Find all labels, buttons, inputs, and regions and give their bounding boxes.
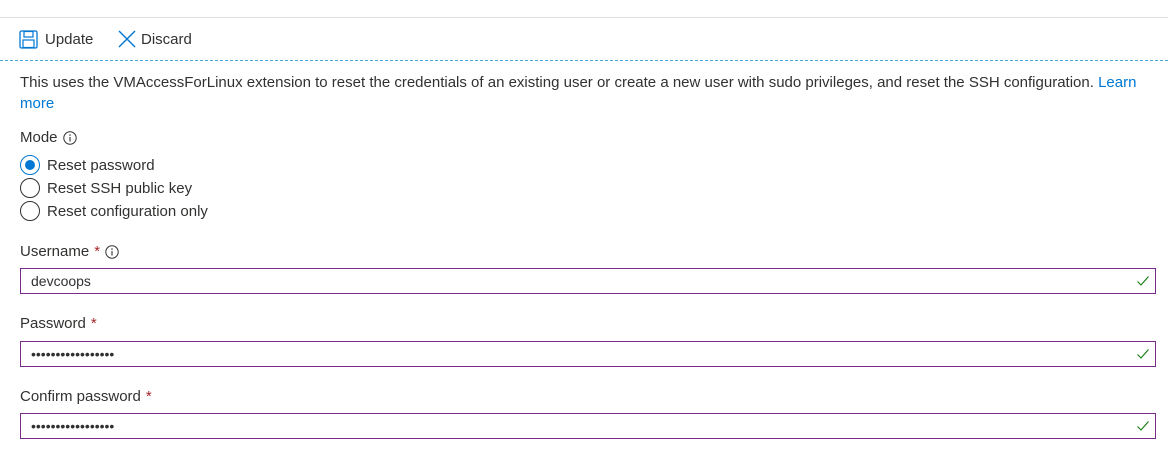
- save-icon: [19, 29, 38, 49]
- radio-button[interactable]: [20, 201, 40, 221]
- description-body: This uses the VMAccessForLinux extension…: [20, 74, 1099, 91]
- update-label: Update: [45, 30, 94, 48]
- radio-label: Reset SSH public key: [47, 179, 193, 197]
- mode-label-text: Mode: [20, 129, 58, 146]
- discard-button[interactable]: Discard: [117, 18, 192, 60]
- required-asterisk: *: [94, 243, 101, 260]
- password-field[interactable]: [20, 341, 1156, 367]
- description-text: This uses the VMAccessForLinux extension…: [20, 72, 1155, 114]
- command-bar: Update Discard: [0, 18, 1168, 60]
- password-label-text: Password: [20, 315, 86, 332]
- radio-reset-password[interactable]: Reset password: [20, 154, 155, 176]
- confirm-password-field[interactable]: [20, 413, 1156, 439]
- valid-check-icon: [1136, 347, 1150, 361]
- username-label: Username *: [20, 243, 119, 260]
- info-icon[interactable]: [62, 130, 77, 145]
- required-asterisk: *: [145, 388, 152, 405]
- required-asterisk: *: [90, 315, 97, 332]
- radio-reset-ssh-key[interactable]: Reset SSH public key: [20, 177, 192, 199]
- valid-check-icon: [1136, 419, 1150, 433]
- radio-button[interactable]: [20, 178, 40, 198]
- password-input[interactable]: [31, 342, 1121, 366]
- discard-label: Discard: [141, 30, 192, 48]
- radio-button-selected[interactable]: [20, 155, 40, 175]
- close-icon: [117, 29, 137, 49]
- valid-check-icon: [1136, 274, 1150, 288]
- toolbar-divider: [0, 60, 1168, 61]
- username-input[interactable]: [31, 269, 1121, 293]
- username-label-text: Username: [20, 243, 90, 260]
- radio-label: Reset configuration only: [47, 202, 208, 220]
- update-button[interactable]: Update: [19, 18, 93, 60]
- confirm-password-label-text: Confirm password: [20, 388, 141, 405]
- confirm-password-input[interactable]: [31, 414, 1121, 438]
- password-label: Password *: [20, 315, 97, 332]
- radio-reset-configuration[interactable]: Reset configuration only: [20, 200, 208, 222]
- info-icon[interactable]: [105, 244, 119, 259]
- confirm-password-label: Confirm password *: [20, 388, 152, 405]
- radio-label: Reset password: [47, 156, 155, 174]
- mode-label: Mode: [20, 129, 77, 146]
- username-field[interactable]: [20, 268, 1156, 294]
